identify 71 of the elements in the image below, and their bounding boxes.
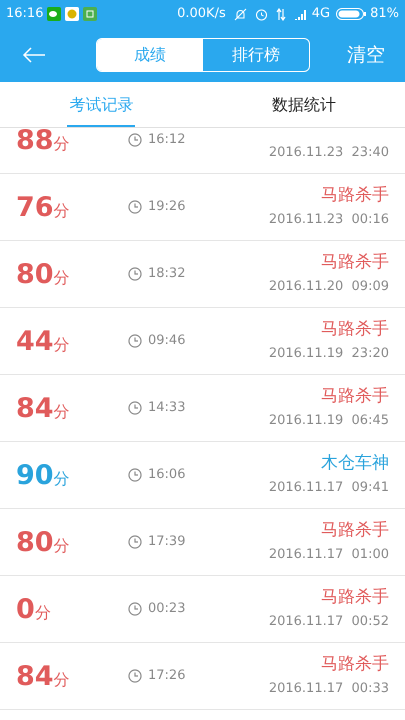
date-text: 2016.11.17 00:33 [268, 680, 389, 698]
battery-icon [336, 8, 366, 20]
bell-off-icon [234, 8, 247, 20]
date-text: 2016.11.17 00:52 [268, 612, 389, 631]
record-row[interactable]: 80分 18:32 马路杀手 2016.11.20 09:09 [0, 241, 405, 308]
date-text: 2016.11.17 01:00 [268, 546, 389, 564]
chat-icon [47, 7, 62, 21]
signal-icon [294, 8, 308, 20]
duration-text: 00:23 [148, 600, 186, 618]
record-row[interactable]: 44分 09:46 马路杀手 2016.11.19 23:20 [0, 308, 405, 375]
score: 84分 [16, 394, 71, 422]
score: 80分 [16, 528, 71, 556]
score: 90分 [16, 462, 71, 488]
clock-icon [128, 267, 142, 281]
date-text: 2016.11.19 23:20 [268, 344, 389, 363]
record-row[interactable]: 88分 16:12 2016.11.23 23:40 [0, 128, 405, 174]
record-row[interactable]: 76分 19:26 马路杀手 2016.11.23 00:16 [0, 174, 405, 241]
battery-percent: 81% [370, 5, 399, 24]
record-row[interactable]: 84分 14:33 马路杀手 2016.11.19 06:45 [0, 375, 405, 442]
back-arrow-icon [22, 47, 46, 63]
duration-text: 14:33 [148, 399, 186, 418]
data-arrows-icon [276, 8, 286, 20]
duration-text: 09:46 [148, 332, 186, 350]
player-name: 马路杀手 [321, 318, 389, 340]
clock-icon [128, 200, 142, 214]
status-time: 16:16 [6, 5, 44, 24]
clock-icon [128, 401, 142, 415]
player-name: 马路杀手 [321, 586, 389, 608]
clock-icon [128, 334, 142, 348]
duration-text: 16:12 [148, 131, 186, 150]
score: 44分 [16, 328, 71, 354]
score: 84分 [16, 662, 71, 690]
player-name: 马路杀手 [321, 520, 389, 541]
clock-icon [128, 602, 142, 616]
player-name: 马路杀手 [321, 252, 389, 273]
score: 76分 [16, 194, 71, 220]
duration-text: 16:06 [148, 466, 186, 484]
alarm-icon [254, 8, 268, 20]
clock-icon [128, 535, 142, 549]
player-name: 马路杀手 [321, 184, 389, 206]
player-name: 马路杀手 [321, 654, 389, 675]
clock-icon [128, 133, 142, 147]
player-name: 木仓车神 [321, 452, 389, 474]
score: 80分 [16, 260, 71, 288]
tab[interactable]: 考试记录 [0, 82, 202, 127]
duration-text: 17:39 [148, 533, 186, 552]
date-text: 2016.11.23 23:40 [268, 144, 389, 162]
network-speed: 0.00K/s [177, 5, 226, 24]
player-name: 马路杀手 [321, 386, 389, 407]
record-row[interactable]: 84分 17:26 马路杀手 2016.11.17 00:33 [0, 643, 405, 710]
date-text: 2016.11.20 09:09 [268, 278, 389, 296]
robot-icon [83, 7, 98, 21]
record-row[interactable]: 80分 17:39 马路杀手 2016.11.17 01:00 [0, 509, 405, 576]
clock-icon [128, 468, 142, 482]
network-type: 4G [312, 5, 330, 24]
segment-tab[interactable]: 成绩 [97, 39, 203, 71]
duration-text: 19:26 [148, 198, 186, 216]
app-icon [65, 7, 80, 21]
date-text: 2016.11.23 00:16 [268, 210, 389, 229]
record-row[interactable]: 0分 00:23 马路杀手 2016.11.17 00:52 [0, 576, 405, 643]
segment-tab[interactable]: 排行榜 [203, 39, 309, 71]
date-text: 2016.11.17 09:41 [268, 478, 389, 497]
clear-button[interactable]: 清空 [347, 40, 385, 70]
duration-text: 17:26 [148, 667, 186, 686]
score: 88分 [16, 128, 71, 154]
record-row[interactable]: 90分 16:06 木仓车神 2016.11.17 09:41 [0, 442, 405, 509]
tab[interactable]: 数据统计 [202, 82, 405, 127]
clock-icon [128, 669, 142, 683]
duration-text: 18:32 [148, 265, 186, 284]
score: 0分 [16, 596, 52, 622]
date-text: 2016.11.19 06:45 [268, 412, 389, 430]
